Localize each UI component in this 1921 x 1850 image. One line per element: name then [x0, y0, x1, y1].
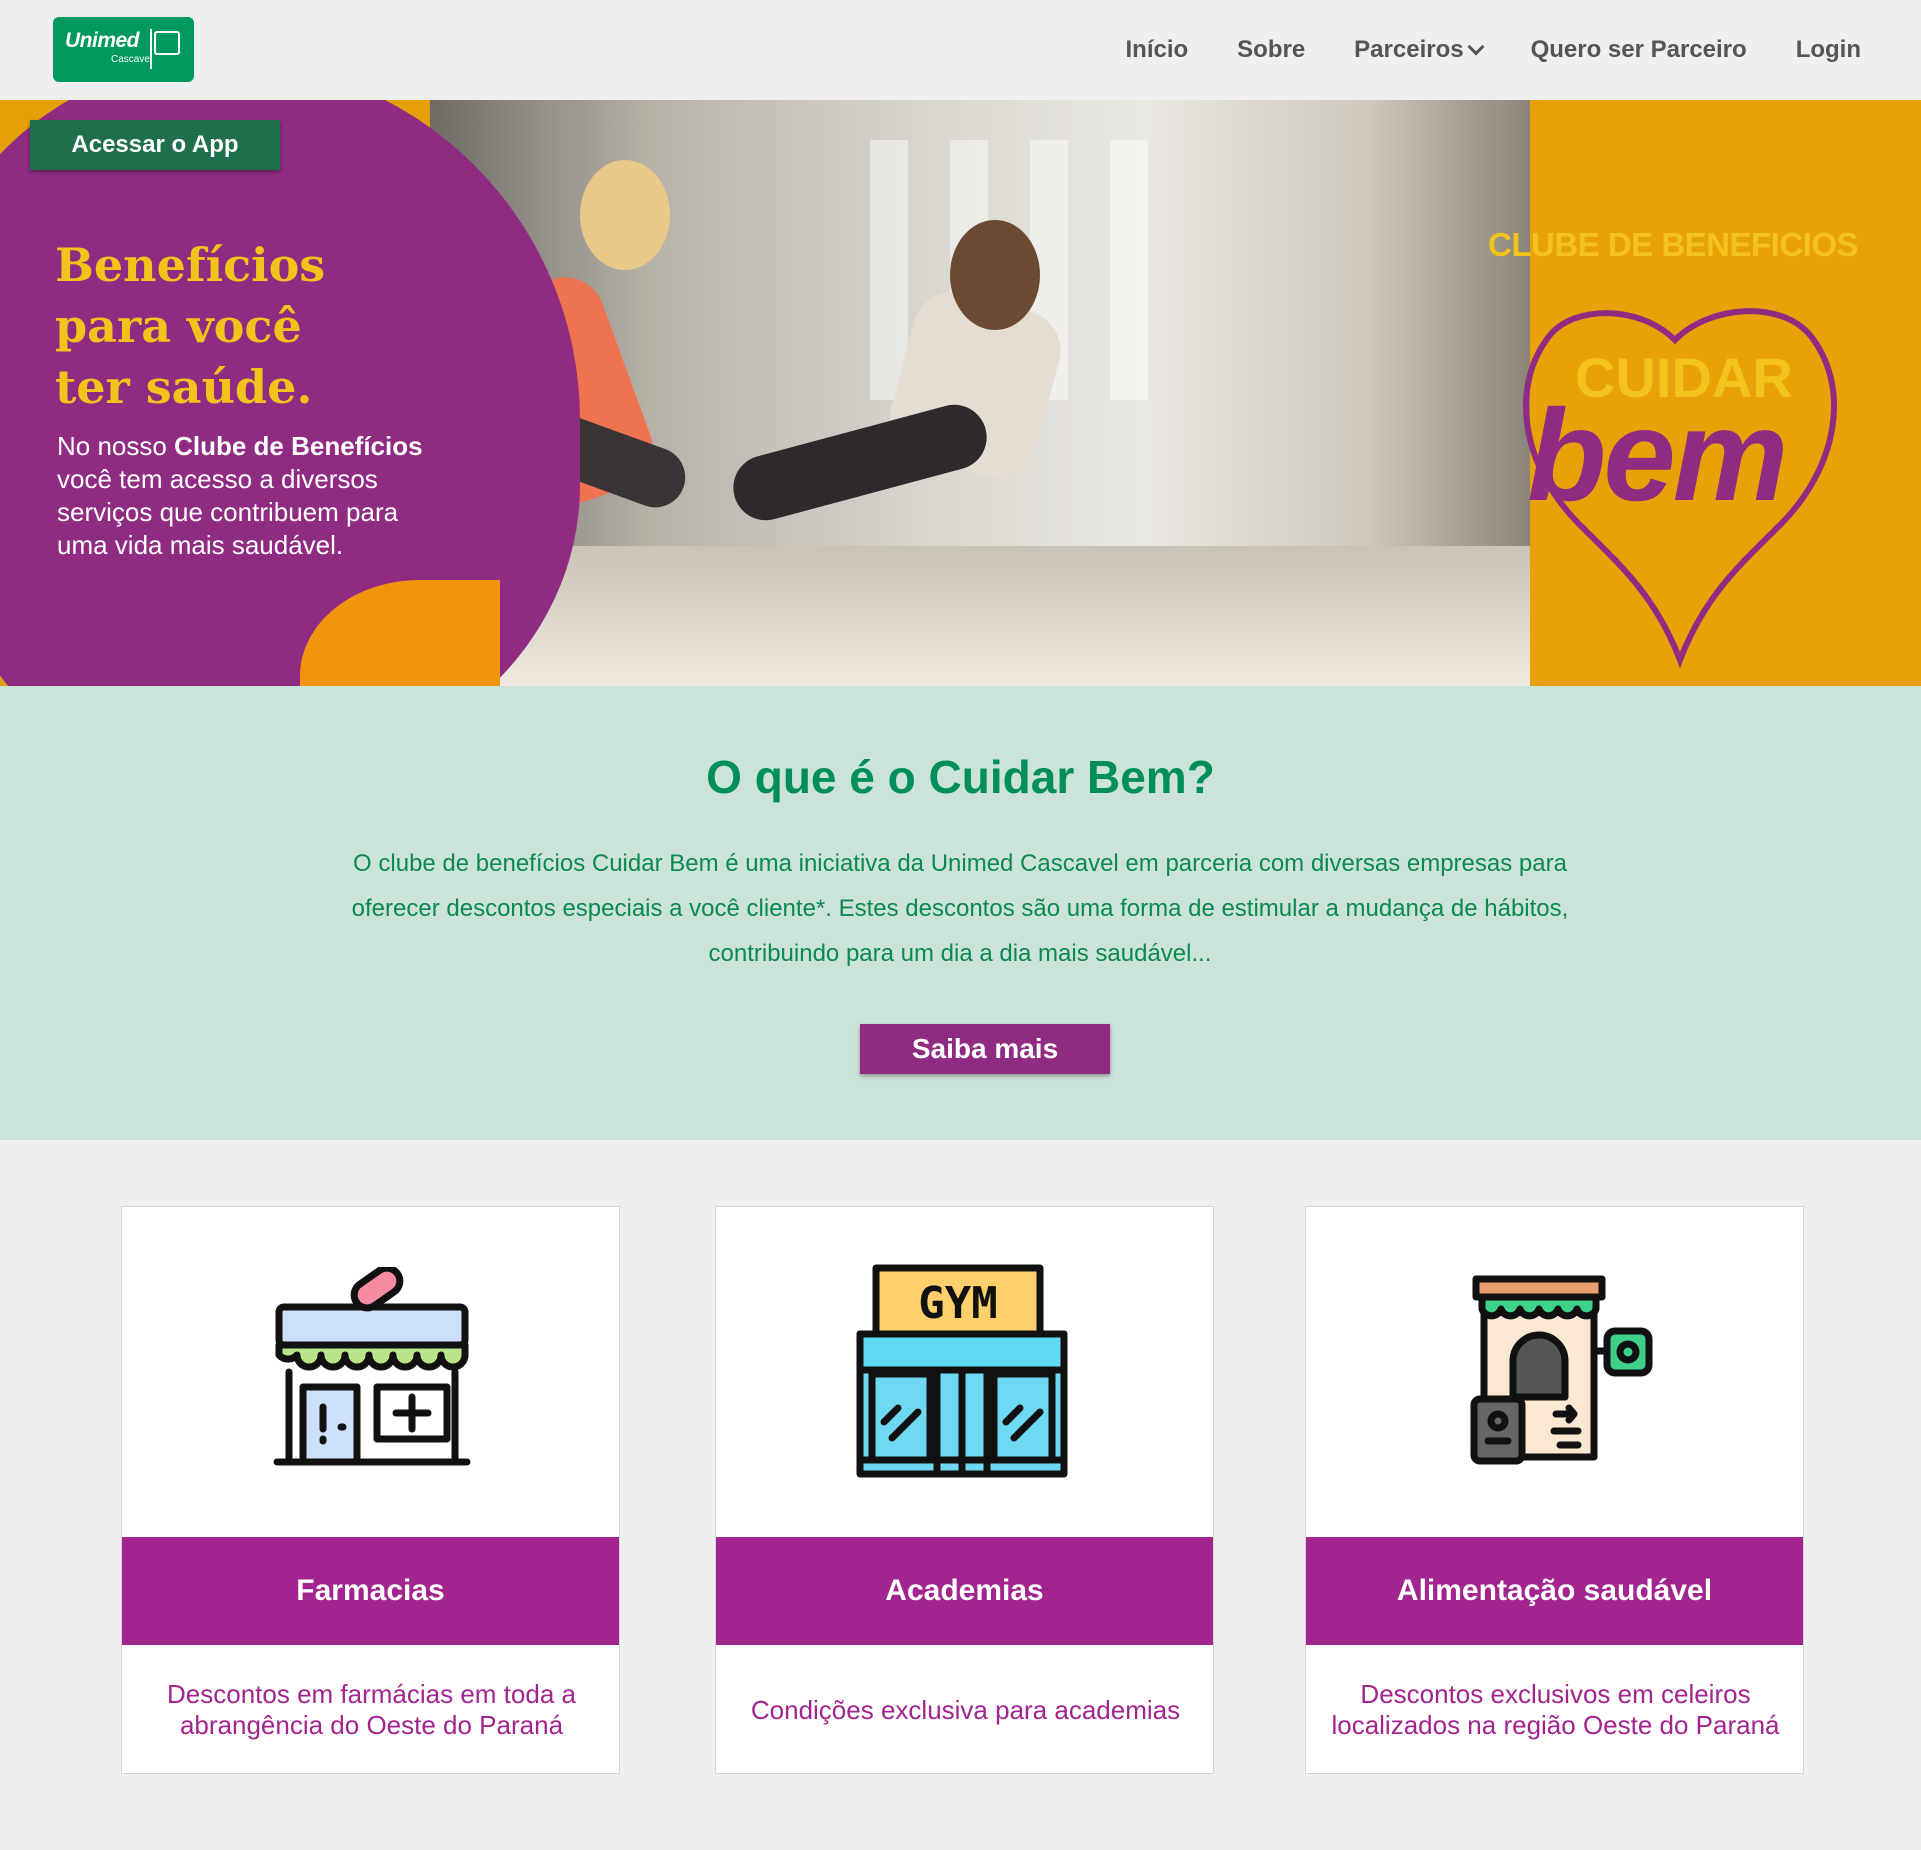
hero-banner: Acessar o App Benefícios para você ter s…	[0, 100, 1921, 686]
about-title: O que é o Cuidar Bem?	[706, 751, 1215, 803]
card-description: Descontos exclusivos em celeiros localiz…	[1331, 1679, 1780, 1740]
hero-description: No nosso Clube de Benefícios você tem ac…	[57, 431, 423, 560]
learn-more-button[interactable]: Saiba mais	[860, 1024, 1110, 1074]
card-title: Academias	[716, 1537, 1213, 1645]
about-text: O clube de benefícios Cuidar Bem é uma i…	[351, 850, 1569, 967]
nav-link-login[interactable]: Login	[1796, 36, 1861, 64]
card-farmacias[interactable]: Farmacias Descontos em farmácias em toda…	[121, 1206, 620, 1774]
hero-photo	[430, 100, 1530, 686]
organic-store-icon	[1470, 1275, 1653, 1465]
unimed-logo[interactable]: Unimed Cascavel	[53, 17, 194, 82]
about-section: O que é o Cuidar Bem? O clube de benefíc…	[0, 686, 1921, 1140]
card-alimentacao[interactable]: Alimentação saudável Descontos exclusivo…	[1305, 1206, 1804, 1774]
logo-text: Unimed	[65, 29, 140, 52]
nav-link-quero-ser-parceiro[interactable]: Quero ser Parceiro	[1531, 36, 1747, 64]
card-description: Descontos em farmácias em toda a abrangê…	[167, 1679, 576, 1740]
nav-link-parceiros[interactable]: Parceiros	[1354, 36, 1485, 64]
gym-icon: GYM	[856, 1264, 1068, 1478]
pharmacy-icon	[273, 1267, 471, 1466]
nav-link-inicio[interactable]: Início	[1125, 36, 1188, 64]
logo-subtitle: Cascavel	[111, 54, 153, 65]
nav-link-parceiros-label: Parceiros	[1354, 36, 1464, 63]
unimed-symbol-icon	[154, 31, 180, 55]
top-navbar: Unimed Cascavel Início Sobre Parceiros Q…	[0, 0, 1921, 100]
chevron-down-icon	[1467, 38, 1485, 56]
card-academias[interactable]: GYM Academias Condições exclusiva para a…	[715, 1206, 1214, 1774]
brand-bem: bem	[1527, 382, 1788, 528]
access-app-button[interactable]: Acessar o App	[30, 120, 280, 170]
gym-sign-text: GYM	[918, 1278, 997, 1329]
clube-label: CLUBE DE BENEFICIOS	[1488, 226, 1859, 263]
nav-link-sobre[interactable]: Sobre	[1237, 36, 1305, 64]
hero-title: Benefícios para você ter saúde.	[55, 238, 326, 414]
nav-links: Início Sobre Parceiros Quero ser Parceir…	[1076, 0, 1861, 100]
card-title: Farmacias	[122, 1537, 619, 1645]
card-description: Condições exclusiva para academias	[750, 1694, 1181, 1725]
card-title: Alimentação saudável	[1306, 1537, 1803, 1645]
